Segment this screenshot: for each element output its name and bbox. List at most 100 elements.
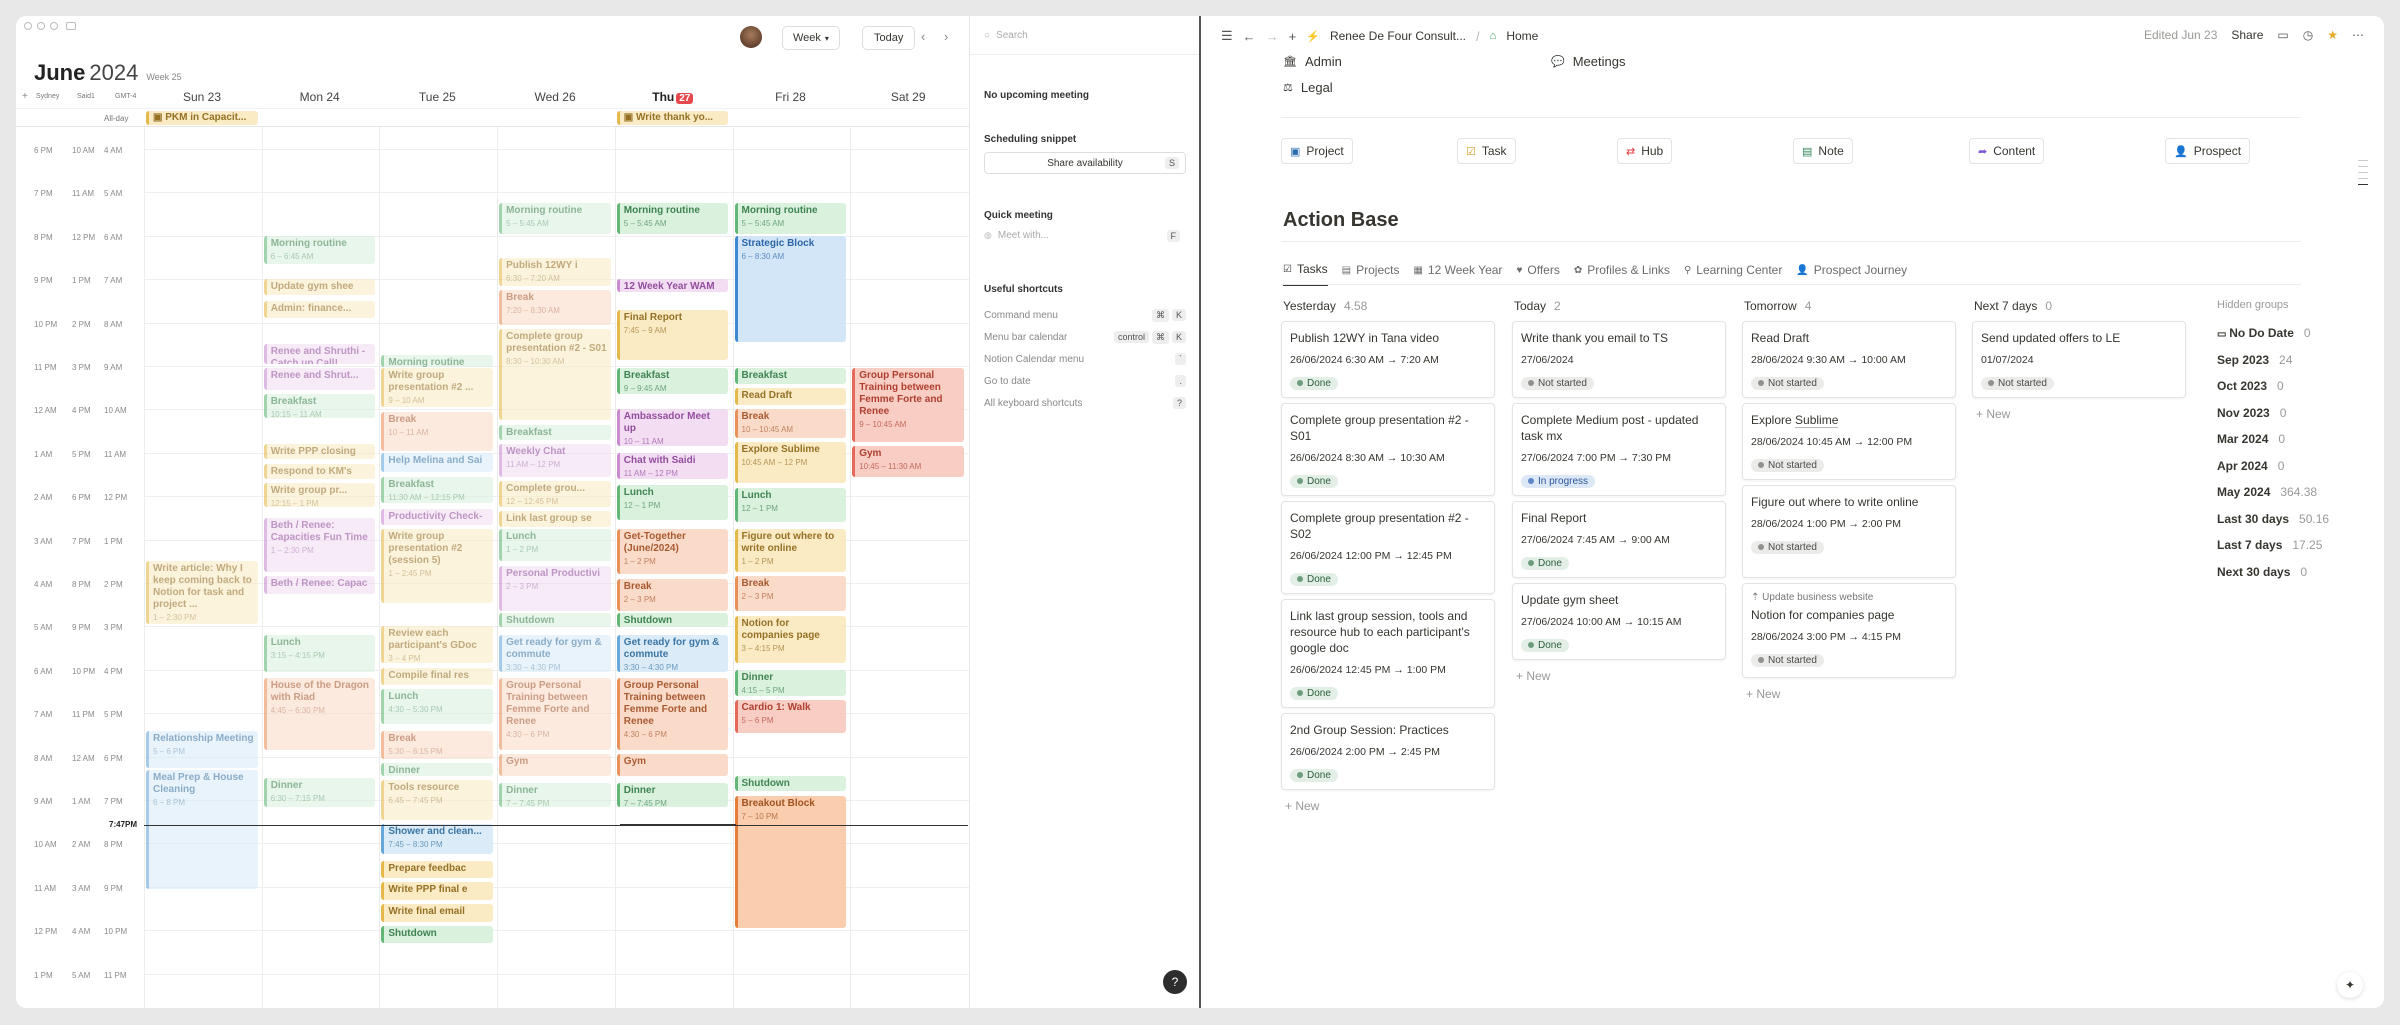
calendar-event[interactable]: Lunch 12 – 1 PM: [734, 487, 847, 523]
hidden-group-item[interactable]: Sep 2023 24: [2217, 353, 2292, 367]
calendar-event[interactable]: Explore Sublime 10:45 AM – 12 PM: [734, 441, 847, 484]
calendar-event[interactable]: Beth / Renee: Capac: [263, 576, 376, 594]
breadcrumb-workspace[interactable]: Renee De Four Consult...: [1330, 29, 1466, 43]
calendar-event[interactable]: Beth / Renee: Capacities Fun Time 1 – 2:3…: [263, 517, 376, 573]
calendar-event[interactable]: Breakout Block 7 – 10 PM: [734, 795, 847, 929]
task-card[interactable]: Send updated offers to LE 01/07/2024 Not s…: [1972, 321, 2186, 398]
tab-12-week-year[interactable]: ▦ 12 Week Year: [1413, 262, 1502, 286]
share-button[interactable]: Share: [2231, 28, 2263, 42]
calendar-event[interactable]: Renee and Shrut...: [263, 368, 376, 391]
calendar-event[interactable]: Final Report 7:45 – 9 AM: [616, 309, 729, 360]
hidden-group-item[interactable]: Mar 2024 0: [2217, 432, 2285, 446]
shortcut-row[interactable]: All keyboard shortcuts?: [984, 392, 1186, 414]
calendar-event[interactable]: Get-Together (June/2024) 1 – 2 PM: [616, 528, 729, 575]
day-header[interactable]: Sat 29: [858, 90, 958, 104]
calendar-event[interactable]: Breakfast 10:15 – 11 AM: [263, 394, 376, 419]
calendar-event[interactable]: Break 7:20 – 8:30 AM: [499, 290, 611, 325]
allday-event[interactable]: ▣ Write thank yo...: [616, 111, 729, 125]
calendar-event[interactable]: Compile final res: [381, 667, 494, 686]
tab-offers[interactable]: ♥ Offers: [1516, 262, 1559, 286]
day-header[interactable]: Mon 24: [270, 90, 370, 104]
calendar-event[interactable]: Tools resource 6:45 – 7:45 PM: [381, 780, 494, 820]
calendar-event[interactable]: Read Draft: [734, 387, 847, 406]
calendar-event[interactable]: 12 Week Year WAM: [616, 279, 729, 293]
calendar-event[interactable]: Group Personal Training between Femme Fo…: [499, 678, 611, 751]
calendar-event[interactable]: Shower and clean... 7:45 – 8:30 PM: [381, 823, 494, 855]
calendar-event[interactable]: Write PPP final e: [381, 882, 494, 900]
calendar-event[interactable]: Relationship Meeting 5 – 6 PM: [146, 730, 258, 768]
template-button-task[interactable]: ☑ Task: [1457, 138, 1516, 164]
task-card[interactable]: Complete Medium post - updated task mx 27…: [1512, 403, 1726, 496]
calendar-event[interactable]: House of the Dragon with Riad 4:45 – 6:30…: [263, 678, 376, 751]
tab-learning-center[interactable]: ⚲ Learning Center: [1684, 262, 1782, 286]
calendar-event[interactable]: Break 10 – 10:45 AM: [734, 409, 847, 438]
calendar-event[interactable]: Complete grou... 12 – 12:45 PM: [499, 481, 611, 508]
calendar-event[interactable]: Write group presentation #2 (session 5) 1…: [381, 528, 494, 603]
tab-profiles-links[interactable]: ✿ Profiles & Links: [1574, 262, 1670, 286]
calendar-event[interactable]: Help Melina and Sai: [381, 452, 494, 473]
task-card[interactable]: Figure out where to write online 28/06/20…: [1742, 485, 1956, 578]
calendar-event[interactable]: Link last group se: [499, 511, 611, 527]
calendar-event[interactable]: Write final email: [381, 904, 494, 922]
allday-event[interactable]: ▣ PKM in Capacit...: [146, 111, 258, 125]
calendar-event[interactable]: Shutdown: [616, 613, 729, 627]
calendar-event[interactable]: Breakfast 11:30 AM – 12:15 PM: [381, 476, 494, 503]
ai-assistant-icon[interactable]: ✦: [2337, 972, 2363, 998]
task-card[interactable]: Link last group session, tools and resou…: [1281, 599, 1495, 708]
hidden-group-item[interactable]: ▭ No Do Date 0: [2217, 326, 2311, 340]
new-card-button[interactable]: + New: [1516, 669, 1550, 683]
calendar-event[interactable]: Breakfast 9 – 9:45 AM: [616, 368, 729, 395]
close-dot[interactable]: [24, 22, 32, 30]
calendar-event[interactable]: Weekly Chat 11 AM – 12 PM: [499, 444, 611, 477]
day-header[interactable]: Sun 23: [152, 90, 252, 104]
calendar-event[interactable]: Gym: [616, 754, 729, 777]
calendar-event[interactable]: Dinner 6:30 – 7:15 PM: [263, 778, 376, 807]
next-week-icon[interactable]: ›: [944, 29, 948, 44]
sidebar-toggle-icon[interactable]: [66, 22, 76, 30]
task-card[interactable]: Publish 12WY in Tana video 26/06/2024 6:3…: [1281, 321, 1495, 398]
calendar-event[interactable]: Write PPP closing: [263, 444, 376, 460]
calendar-event[interactable]: Complete group presentation #2 - S01 8:30…: [499, 329, 611, 421]
tab-tasks[interactable]: ☑ Tasks: [1283, 262, 1328, 286]
calendar-event[interactable]: Admin: finance...: [263, 300, 376, 319]
link-legal[interactable]: ⚖ Legal: [1283, 80, 1333, 95]
tab-projects[interactable]: ▤ Projects: [1342, 262, 1400, 286]
calendar-event[interactable]: Update gym shee: [263, 279, 376, 295]
calendar-event[interactable]: Write group pr... 12:15 – 1 PM: [263, 483, 376, 508]
calendar-event[interactable]: Gym 10:45 – 11:30 AM: [852, 446, 964, 477]
minimize-dot[interactable]: [37, 22, 45, 30]
calendar-event[interactable]: Break 10 – 11 AM: [381, 411, 494, 451]
task-card[interactable]: Final Report 27/06/2024 7:45 AM → 9:00 AM…: [1512, 501, 1726, 578]
calendar-event[interactable]: Breakfast: [734, 368, 847, 384]
hidden-group-item[interactable]: Apr 2024 0: [2217, 459, 2284, 473]
hidden-group-item[interactable]: Last 30 days 50.16: [2217, 512, 2329, 526]
calendar-event[interactable]: Morning routine 5 – 5:45 AM: [734, 203, 847, 234]
day-header[interactable]: Thu 27: [623, 90, 723, 104]
comment-icon[interactable]: ▭: [2277, 28, 2288, 42]
shortcut-row[interactable]: Go to date.: [984, 370, 1186, 392]
calendar-event[interactable]: Lunch 3:15 – 4:15 PM: [263, 635, 376, 673]
template-button-hub[interactable]: ⇄ Hub: [1617, 138, 1673, 164]
link-meetings[interactable]: 💬 Meetings: [1551, 54, 1625, 69]
tab-prospect-journey[interactable]: 👤 Prospect Journey: [1796, 262, 1907, 286]
today-button[interactable]: Today: [862, 26, 916, 50]
calendar-event[interactable]: Dinner 7 – 7:45 PM: [499, 782, 611, 807]
help-button[interactable]: ?: [1163, 970, 1187, 994]
calendar-event[interactable]: Figure out where to write online 1 – 2 PM: [734, 528, 847, 573]
search-input[interactable]: Search: [996, 30, 1028, 41]
calendar-event[interactable]: Notion for companies page 3 – 4:15 PM: [734, 615, 847, 664]
calendar-event[interactable]: Dinner: [381, 763, 494, 777]
shortcut-row[interactable]: Notion Calendar menu `: [984, 348, 1186, 370]
zoom-dot[interactable]: [50, 22, 58, 30]
back-icon[interactable]: ←: [1243, 29, 1256, 44]
calendar-event[interactable]: Meal Prep & House Cleaning 6 – 8 PM: [146, 769, 258, 890]
template-button-note[interactable]: ▤ Note: [1793, 138, 1853, 164]
history-icon[interactable]: ◷: [2303, 28, 2313, 42]
hidden-group-item[interactable]: Oct 2023 0: [2217, 379, 2284, 393]
shortcut-row[interactable]: Command menu ⌘ K: [984, 304, 1186, 326]
calendar-event[interactable]: Renee and Shruthi - Catch up Call!: [263, 344, 376, 364]
task-card[interactable]: Read Draft 28/06/2024 9:30 AM → 10:00 AM N…: [1742, 321, 1956, 398]
task-card[interactable]: Update gym sheet 27/06/2024 10:00 AM → 10…: [1512, 583, 1726, 660]
calendar-event[interactable]: Morning routine 5 – 5:45 AM: [499, 203, 611, 234]
avatar[interactable]: [740, 26, 762, 48]
